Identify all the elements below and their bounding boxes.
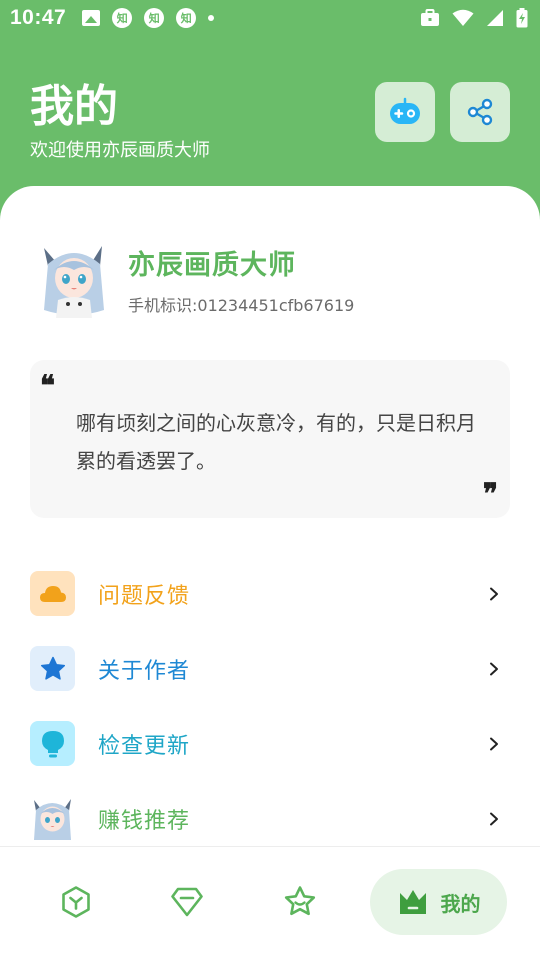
menu-item-feedback[interactable]: 问题反馈 (0, 556, 540, 631)
zhihu-icon: 知 (176, 8, 197, 28)
bulb-icon-wrap (30, 721, 75, 766)
system-icons (420, 8, 528, 28)
chevron-right-icon (490, 662, 498, 675)
anime-avatar-icon (38, 240, 110, 318)
menu-label-about-author: 关于作者 (98, 658, 191, 684)
anime-avatar-icon-wrap (30, 796, 75, 841)
chevron-right-icon (490, 737, 498, 750)
profile-name: 亦辰画质大师 (128, 249, 296, 281)
menu-label-earn-money: 赚钱推荐 (98, 808, 191, 834)
avatar[interactable] (38, 240, 110, 318)
signal-icon (487, 10, 503, 26)
status-bar: 10:47 知 知 知 (0, 0, 540, 36)
gamepad-icon (390, 97, 420, 124)
profile-section: 亦辰画质大师 手机标识:01234451cfb67619 (38, 240, 354, 318)
wifi-icon (452, 9, 474, 26)
nav-tab-mine[interactable]: 我的 (370, 869, 507, 935)
page-subtitle: 欢迎使用亦辰画质大师 (30, 140, 210, 161)
main-card: 亦辰画质大师 手机标识:01234451cfb67619 ❝ 哪有顷刻之间的心灰… (0, 186, 540, 846)
menu-item-earn-money[interactable]: 赚钱推荐 (0, 781, 540, 846)
quote-close-icon: ❞ (482, 477, 498, 510)
dot-icon (208, 15, 215, 21)
menu-list: 问题反馈 关于作者 检查更新 赚钱推荐 (0, 556, 540, 846)
image-icon (82, 10, 101, 26)
menu-item-about-author[interactable]: 关于作者 (0, 631, 540, 706)
chevron-right-icon (490, 587, 498, 600)
star-icon-wrap (30, 646, 75, 691)
bottom-nav: 我的 (0, 846, 540, 960)
battery-charging-icon (516, 8, 528, 28)
anime-avatar-icon (34, 799, 71, 840)
star-icon (40, 656, 65, 680)
quote-open-icon: ❝ (40, 369, 56, 402)
crown-icon (399, 890, 426, 914)
page-title: 我的 (30, 81, 118, 132)
nav-tab-home[interactable] (44, 869, 108, 935)
menu-label-check-update: 检查更新 (98, 733, 191, 759)
share-button[interactable] (450, 82, 510, 142)
zhihu-icon: 知 (112, 8, 133, 28)
game-button[interactable] (375, 82, 435, 142)
device-id: 手机标识:01234451cfb67619 (128, 295, 355, 315)
cloud-icon-wrap (30, 571, 75, 616)
nav-tab-mine-label: 我的 (440, 891, 481, 916)
chevron-right-icon (490, 812, 498, 825)
notification-icons: 知 知 知 (82, 8, 215, 28)
bulb-icon (41, 730, 64, 757)
star-smile-icon (284, 886, 316, 916)
zhihu-icon: 知 (144, 8, 165, 28)
quote-text: 哪有顷刻之间的心灰意冷，有的，只是日积月累的看透罢了。 (76, 411, 476, 473)
quote-card: ❝ 哪有顷刻之间的心灰意冷，有的，只是日积月累的看透罢了。 ❞ (30, 360, 510, 518)
menu-item-check-update[interactable]: 检查更新 (0, 706, 540, 781)
cloud-icon (39, 585, 66, 602)
nav-tab-gem[interactable] (155, 869, 219, 935)
briefcase-icon (421, 9, 439, 26)
menu-label-feedback: 问题反馈 (98, 583, 191, 609)
hexagon-icon (62, 886, 90, 918)
nav-tab-favorites[interactable] (268, 869, 332, 935)
status-time: 10:47 (10, 6, 67, 29)
share-icon (467, 98, 493, 126)
gem-icon (171, 887, 203, 917)
